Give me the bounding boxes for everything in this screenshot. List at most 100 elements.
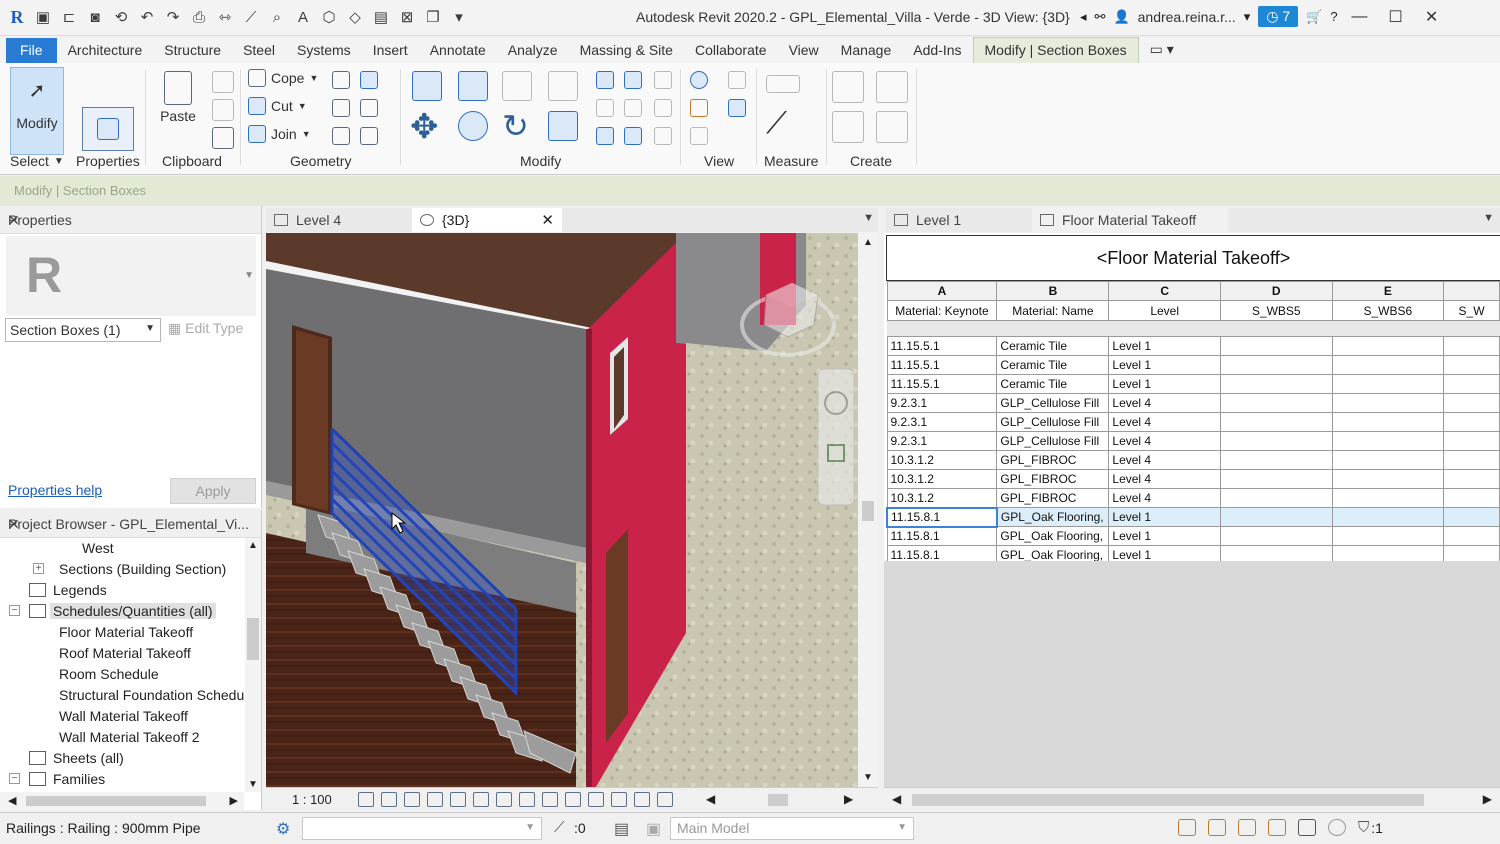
viewport-vertical-scrollbar[interactable]: ▲ ▼: [858, 233, 878, 787]
mirror-axis-icon[interactable]: [502, 71, 532, 101]
create-similar-icon[interactable]: [876, 111, 908, 143]
table-cell[interactable]: [1443, 412, 1500, 432]
thin-lines-icon[interactable]: ▤: [370, 6, 392, 28]
create-group-icon[interactable]: [876, 71, 908, 103]
select-pinned-icon[interactable]: [1238, 819, 1256, 836]
tab-annotate[interactable]: Annotate: [419, 38, 497, 63]
worksharing-icon[interactable]: [588, 792, 604, 807]
table-cell[interactable]: 11.15.5.1: [886, 374, 998, 394]
table-cell[interactable]: [1443, 355, 1500, 375]
cart-icon[interactable]: 🛒: [1306, 9, 1322, 25]
dimension-tool-icon[interactable]: ⟋: [766, 107, 787, 141]
close-window-icon[interactable]: ✕: [1418, 7, 1446, 27]
browser-item[interactable]: − Schedules/Quantities (all): [0, 601, 244, 622]
align-icon[interactable]: [412, 71, 442, 101]
customize-qat-icon[interactable]: ▾: [448, 6, 470, 28]
close-icon[interactable]: ✕: [8, 212, 253, 229]
mirror-draw-icon[interactable]: [548, 71, 578, 101]
reveal-constraints-icon[interactable]: [657, 792, 673, 807]
visual-style-icon[interactable]: [381, 792, 397, 807]
user-name[interactable]: andrea.reina.r...: [1138, 9, 1236, 25]
switch-windows-icon[interactable]: ❐: [422, 6, 444, 28]
array-icon[interactable]: [596, 99, 614, 117]
table-cell[interactable]: GPL_Oak Flooring,: [996, 507, 1110, 527]
tabs-dropdown-icon[interactable]: ▼: [1483, 212, 1494, 224]
table-cell[interactable]: [1443, 488, 1500, 508]
table-cell[interactable]: GPL_Oak Flooring,: [996, 526, 1110, 546]
dimension-icon[interactable]: ⟋: [240, 6, 262, 28]
table-row[interactable]: 11.15.8.1 GPL_Oak Flooring, Level 1: [886, 506, 1500, 528]
3d-model-render[interactable]: [266, 233, 858, 787]
table-cell[interactable]: 9.2.3.1: [886, 431, 998, 451]
nav-left-icon[interactable]: ◂: [1080, 9, 1087, 25]
table-cell[interactable]: 10.3.1.2: [886, 469, 998, 489]
table-cell[interactable]: [1219, 374, 1333, 394]
tab-systems[interactable]: Systems: [286, 38, 362, 63]
tab-level-4[interactable]: Level 4: [266, 208, 412, 232]
editing-requests-icon[interactable]: ⟋: [554, 819, 565, 836]
browser-item[interactable]: Wall Material Takeoff 2: [0, 727, 244, 748]
trim-icon[interactable]: [548, 111, 578, 141]
override-graphics-icon[interactable]: [690, 71, 708, 89]
browser-item[interactable]: West: [0, 538, 244, 559]
table-cell[interactable]: 9.2.3.1: [886, 393, 998, 413]
table-cell[interactable]: Ceramic Tile: [996, 355, 1110, 375]
browser-item[interactable]: + Sections (Building Section): [0, 559, 244, 580]
table-cell[interactable]: Ceramic Tile: [996, 336, 1110, 356]
minimize-icon[interactable]: —: [1346, 8, 1374, 26]
ribbon-options-icon[interactable]: ▭ ▾: [1139, 37, 1185, 63]
table-cell[interactable]: [1443, 469, 1500, 489]
scale-icon[interactable]: [624, 99, 642, 117]
tab-structure[interactable]: Structure: [153, 38, 232, 63]
scroll-up-icon[interactable]: ▲: [858, 237, 878, 248]
properties-help-link[interactable]: Properties help: [8, 482, 102, 498]
line-weight-icon[interactable]: [728, 99, 746, 117]
browser-item[interactable]: Room Schedule: [0, 664, 244, 685]
table-cell[interactable]: GLP_Cellulose Fill: [996, 393, 1110, 413]
help-icon[interactable]: ?: [1330, 9, 1337, 24]
scroll-right-icon[interactable]: ▶: [230, 794, 238, 807]
reveal-hidden-icon[interactable]: [565, 792, 581, 807]
table-cell[interactable]: [1219, 336, 1333, 356]
select-by-face-icon[interactable]: [1268, 819, 1286, 836]
table-cell[interactable]: [1331, 374, 1445, 394]
table-cell[interactable]: Level 4: [1108, 393, 1221, 413]
analytical-model-icon[interactable]: [611, 792, 627, 807]
table-cell[interactable]: GPL_FIBROC: [996, 488, 1110, 508]
table-cell[interactable]: [1443, 450, 1500, 470]
table-row[interactable]: 9.2.3.1 GLP_Cellulose Fill Level 4: [886, 393, 1500, 413]
table-row[interactable]: 10.3.1.2 GPL_FIBROC Level 4: [886, 469, 1500, 489]
table-cell[interactable]: [1219, 507, 1333, 527]
temporary-hide-icon[interactable]: [542, 792, 558, 807]
sun-path-icon[interactable]: [404, 792, 420, 807]
tab-analyze[interactable]: Analyze: [497, 38, 569, 63]
home-icon[interactable]: ▣: [32, 6, 54, 28]
join-button[interactable]: Join ▼: [248, 125, 311, 143]
tab-modify-section-boxes[interactable]: Modify | Section Boxes: [972, 37, 1139, 63]
view-filter-icon[interactable]: [690, 127, 708, 145]
browser-item[interactable]: Floor Material Takeoff: [0, 622, 244, 643]
column-header[interactable]: Material: Name: [996, 300, 1110, 321]
scroll-thumb[interactable]: [768, 794, 788, 806]
match-type-icon[interactable]: [212, 127, 234, 149]
table-cell[interactable]: [1443, 393, 1500, 413]
browser-item[interactable]: Wall Material Takeoff: [0, 706, 244, 727]
lock-3d-icon[interactable]: [519, 792, 535, 807]
table-cell[interactable]: Level 1: [1108, 355, 1221, 375]
section-icon[interactable]: ◇: [344, 6, 366, 28]
tag-icon[interactable]: ⌕: [266, 6, 288, 28]
table-cell[interactable]: [1219, 431, 1333, 451]
default-3d-icon[interactable]: ⬡: [318, 6, 340, 28]
scroll-left-icon[interactable]: ◀: [706, 792, 715, 806]
column-letter[interactable]: C: [1108, 281, 1221, 301]
hide-element-icon[interactable]: [728, 71, 746, 89]
collapse-icon[interactable]: −: [9, 773, 20, 784]
table-row[interactable]: 10.3.1.2 GPL_FIBROC Level 4: [886, 450, 1500, 470]
cut-clipboard-icon[interactable]: [212, 71, 234, 93]
table-cell[interactable]: GPL_FIBROC: [996, 450, 1110, 470]
tab-massing-site[interactable]: Massing & Site: [569, 38, 684, 63]
table-cell[interactable]: [1331, 393, 1445, 413]
offset-icon[interactable]: [458, 71, 488, 101]
close-icon[interactable]: ✕: [8, 516, 253, 533]
table-row[interactable]: 10.3.1.2 GPL_FIBROC Level 4: [886, 488, 1500, 508]
